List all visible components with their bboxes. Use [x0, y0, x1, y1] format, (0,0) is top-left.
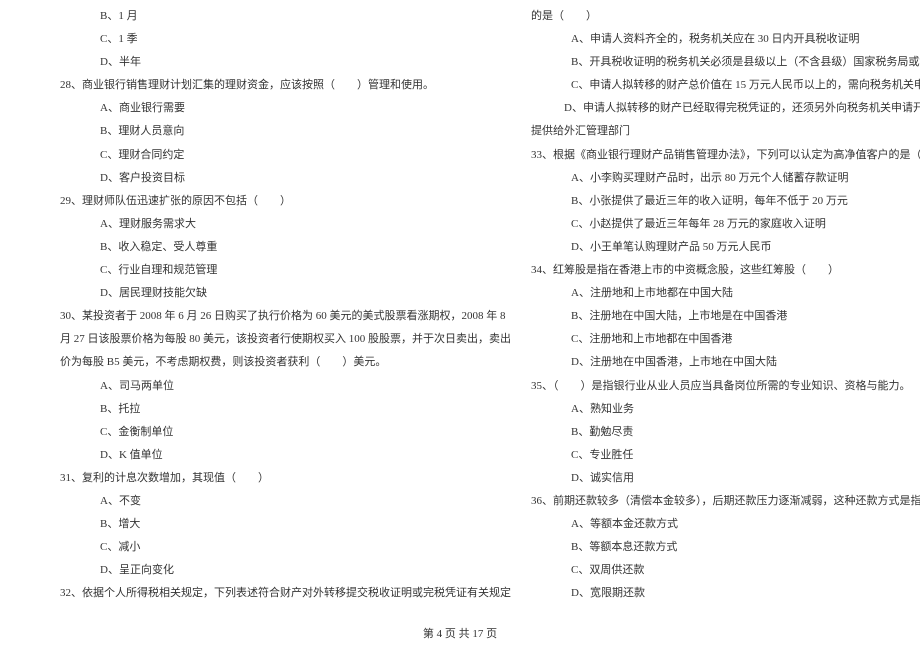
option: A、注册地和上市地都在中国大陆 — [531, 282, 920, 305]
footer-prefix: 第 — [423, 628, 437, 640]
option: D、K 值单位 — [60, 444, 511, 467]
question-30-line2: 月 27 日该股票价格为每股 80 美元，该投资者行使期权买入 100 股股票，… — [60, 328, 511, 351]
question-30-line3: 价为每股 B5 美元，不考虑期权费，则该投资者获利（ ）美元。 — [60, 351, 511, 374]
page-footer: 第 4 页 共 17 页 — [0, 620, 920, 641]
option: D、小王单笔认购理财产品 50 万元人民币 — [531, 236, 920, 259]
option: B、开具税收证明的税务机关必须是县级以上（不含县级）国家税务局或地方税务局 — [531, 51, 920, 74]
option: D、居民理财技能欠缺 — [60, 282, 511, 305]
footer-suffix: 页 — [483, 628, 497, 640]
option: A、等额本金还款方式 — [531, 513, 920, 536]
option: B、1 月 — [60, 5, 511, 28]
option: C、减小 — [60, 536, 511, 559]
option: B、等额本息还款方式 — [531, 536, 920, 559]
option: C、理财合同约定 — [60, 144, 511, 167]
option: D、呈正向变化 — [60, 559, 511, 582]
option: A、不变 — [60, 490, 511, 513]
total-pages: 17 — [472, 628, 483, 640]
question-32-cont: 的是（ ） — [531, 5, 920, 28]
option: A、熟知业务 — [531, 398, 920, 421]
option: A、司马两单位 — [60, 375, 511, 398]
question-29: 29、理财师队伍迅速扩张的原因不包括（ ） — [60, 190, 511, 213]
question-33: 33、根据《商业银行理财产品销售管理办法》，下列可以认定为高净值客户的是（ ） — [531, 144, 920, 167]
option-d-line1: D、申请人拟转移的财产已经取得完税凭证的，还须另外向税务机关申请开具税收证明，并 — [531, 97, 920, 120]
option: B、小张提供了最近三年的收入证明，每年不低于 20 万元 — [531, 190, 920, 213]
question-31: 31、复利的计息次数增加，其现值（ ） — [60, 467, 511, 490]
option: B、勤勉尽责 — [531, 421, 920, 444]
question-28: 28、商业银行销售理财计划汇集的理财资金，应该按照（ ）管理和使用。 — [60, 74, 511, 97]
option: B、注册地在中国大陆，上市地是在中国香港 — [531, 305, 920, 328]
option: B、增大 — [60, 513, 511, 536]
option: A、小李购买理财产品时，出示 80 万元个人储蓄存款证明 — [531, 167, 920, 190]
option-d-line2: 提供给外汇管理部门 — [531, 120, 920, 143]
option: D、客户投资目标 — [60, 167, 511, 190]
option: C、双周供还款 — [531, 559, 920, 582]
option: D、宽限期还款 — [531, 582, 920, 605]
option: A、申请人资料齐全的，税务机关应在 30 日内开具税收证明 — [531, 28, 920, 51]
option: D、诚实信用 — [531, 467, 920, 490]
option: A、理财服务需求大 — [60, 213, 511, 236]
right-column: 的是（ ） A、申请人资料齐全的，税务机关应在 30 日内开具税收证明 B、开具… — [521, 5, 920, 620]
option: B、托拉 — [60, 398, 511, 421]
question-30-line1: 30、某投资者于 2008 年 6 月 26 日购买了执行价格为 60 美元的美… — [60, 305, 511, 328]
option: C、行业自理和规范管理 — [60, 259, 511, 282]
option: B、收入稳定、受人尊重 — [60, 236, 511, 259]
option: C、1 季 — [60, 28, 511, 51]
option: C、金衡制单位 — [60, 421, 511, 444]
footer-mid: 页 共 — [442, 628, 472, 640]
option: C、小赵提供了最近三年每年 28 万元的家庭收入证明 — [531, 213, 920, 236]
option: C、申请人拟转移的财产总价值在 15 万元人民币以上的，需向税务机关申请税收证明 — [531, 74, 920, 97]
question-34: 34、红筹股是指在香港上市的中资概念股，这些红筹股（ ） — [531, 259, 920, 282]
question-36: 36、前期还款较多（清偿本金较多），后期还款压力逐渐减弱，这种还款方式是指（ ） — [531, 490, 920, 513]
exam-page: B、1 月 C、1 季 D、半年 28、商业银行销售理财计划汇集的理财资金，应该… — [0, 0, 920, 620]
option: C、注册地和上市地都在中国香港 — [531, 328, 920, 351]
option: C、专业胜任 — [531, 444, 920, 467]
option: D、半年 — [60, 51, 511, 74]
option: D、注册地在中国香港，上市地在中国大陆 — [531, 351, 920, 374]
question-32: 32、依据个人所得税相关规定，下列表述符合财产对外转移提交税收证明或完税凭证有关… — [60, 582, 511, 605]
option: B、理财人员意向 — [60, 120, 511, 143]
option: A、商业银行需要 — [60, 97, 511, 120]
question-35: 35、（ ）是指银行业从业人员应当具备岗位所需的专业知识、资格与能力。 — [531, 375, 920, 398]
left-column: B、1 月 C、1 季 D、半年 28、商业银行销售理财计划汇集的理财资金，应该… — [50, 5, 521, 620]
